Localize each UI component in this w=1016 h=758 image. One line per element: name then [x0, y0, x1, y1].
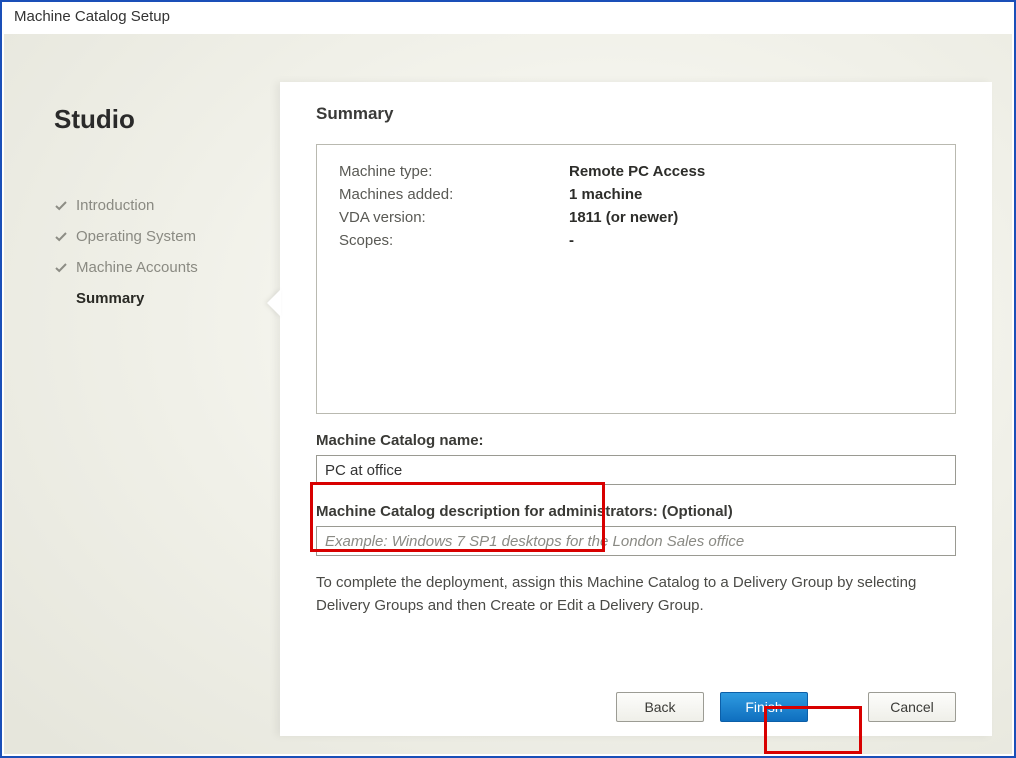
- step-summary[interactable]: Summary: [54, 283, 254, 314]
- wizard-buttons: Back Finish Cancel: [616, 692, 956, 722]
- cancel-button[interactable]: Cancel: [868, 692, 956, 722]
- step-label: Machine Accounts: [76, 259, 198, 276]
- brand-label: Studio: [54, 104, 254, 135]
- back-button[interactable]: Back: [616, 692, 704, 722]
- catalog-desc-label: Machine Catalog description for administ…: [316, 503, 956, 520]
- catalog-desc-block: Machine Catalog description for administ…: [316, 503, 956, 556]
- step-operating-system[interactable]: Operating System: [54, 221, 254, 252]
- summary-value: -: [569, 232, 574, 249]
- summary-row: Machine type: Remote PC Access: [339, 163, 933, 180]
- summary-row: Scopes: -: [339, 232, 933, 249]
- check-icon: [54, 261, 68, 275]
- step-machine-accounts[interactable]: Machine Accounts: [54, 252, 254, 283]
- step-label: Summary: [76, 290, 144, 307]
- summary-key: Machines added:: [339, 186, 569, 203]
- summary-key: Scopes:: [339, 232, 569, 249]
- step-label: Introduction: [76, 197, 154, 214]
- summary-value: 1 machine: [569, 186, 642, 203]
- catalog-name-input[interactable]: [316, 455, 956, 485]
- wizard-window: Machine Catalog Setup Studio Introductio…: [0, 0, 1016, 758]
- catalog-desc-input[interactable]: [316, 526, 956, 556]
- help-text: To complete the deployment, assign this …: [316, 572, 956, 617]
- wizard-sidebar: Studio Introduction Operating System Mac…: [4, 34, 274, 754]
- summary-row: Machines added: 1 machine: [339, 186, 933, 203]
- window-title: Machine Catalog Setup: [2, 2, 1014, 34]
- finish-button[interactable]: Finish: [720, 692, 808, 722]
- check-icon: [54, 292, 68, 306]
- step-pointer-icon: [267, 289, 281, 317]
- summary-box: Machine type: Remote PC Access Machines …: [316, 144, 956, 414]
- summary-value: Remote PC Access: [569, 163, 705, 180]
- summary-key: Machine type:: [339, 163, 569, 180]
- check-icon: [54, 230, 68, 244]
- check-icon: [54, 199, 68, 213]
- summary-value: 1811 (or newer): [569, 209, 678, 226]
- catalog-name-block: Machine Catalog name:: [316, 432, 956, 485]
- panel-heading: Summary: [316, 104, 956, 124]
- summary-key: VDA version:: [339, 209, 569, 226]
- wizard-steps: Introduction Operating System Machine Ac…: [54, 190, 254, 314]
- client-area: Studio Introduction Operating System Mac…: [4, 34, 1012, 754]
- main-panel: Summary Machine type: Remote PC Access M…: [280, 82, 992, 736]
- step-label: Operating System: [76, 228, 196, 245]
- catalog-name-label: Machine Catalog name:: [316, 432, 956, 449]
- summary-row: VDA version: 1811 (or newer): [339, 209, 933, 226]
- step-introduction[interactable]: Introduction: [54, 190, 254, 221]
